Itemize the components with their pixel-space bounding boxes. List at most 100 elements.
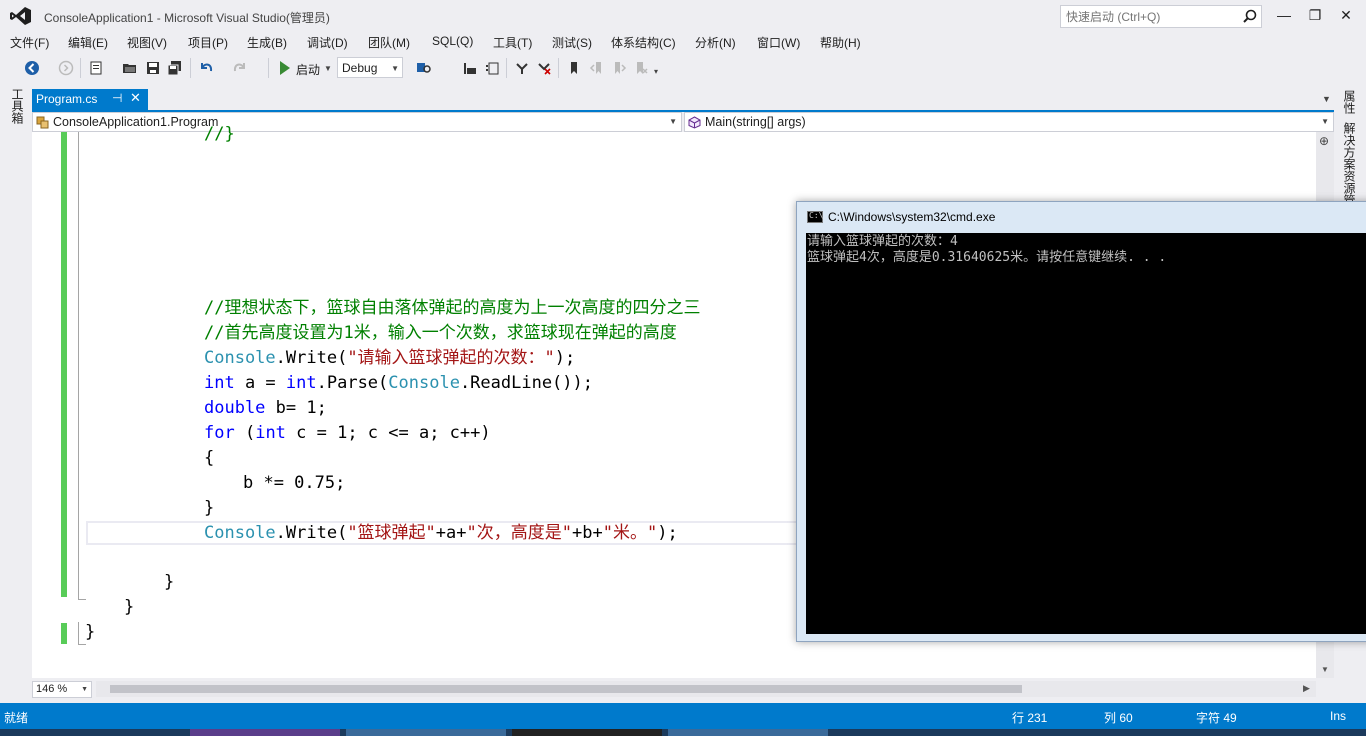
code-token: .ReadLine()); [459, 373, 593, 393]
code-token: Console [388, 373, 460, 393]
taskbar-item[interactable] [346, 729, 506, 736]
type-dropdown[interactable]: ConsoleApplication1.Program ▼ [32, 112, 682, 132]
toolbox-tab[interactable]: 工具箱 [6, 88, 26, 148]
properties-tab[interactable]: 属性 [1341, 90, 1358, 114]
class-icon [36, 116, 49, 129]
navigate-back-icon[interactable] [24, 60, 40, 76]
tab-label: Program.cs [36, 92, 98, 106]
menu-tools[interactable]: 工具(T) [493, 34, 532, 51]
horizontal-scroll-thumb[interactable] [110, 685, 1022, 693]
navigate-forward-icon[interactable] [58, 60, 74, 76]
chevron-down-icon: ▼ [391, 64, 399, 73]
taskbar-item-visual-studio[interactable] [190, 729, 340, 736]
code-token: for [204, 423, 235, 443]
menu-help[interactable]: 帮助(H) [820, 34, 861, 51]
maximize-button[interactable]: ❐ [1305, 6, 1325, 24]
bookmark-icon[interactable] [566, 60, 582, 76]
cmd-window[interactable]: C:\ C:\Windows\system32\cmd.exe 请输入篮球弹起的… [796, 201, 1366, 642]
redo-icon[interactable] [232, 60, 248, 76]
code-token: ); [554, 348, 576, 368]
save-icon[interactable] [145, 60, 161, 76]
undo-icon[interactable] [198, 60, 214, 76]
start-label: 启动 [296, 63, 321, 77]
console-output-line: 请输入篮球弹起的次数：4 [807, 234, 958, 249]
code-line: //} [204, 124, 235, 144]
cmd-console[interactable]: 请输入篮球弹起的次数：4 篮球弹起4次，高度是0.31640625米。请按任意键… [806, 233, 1366, 634]
close-button[interactable]: ✕ [1336, 6, 1356, 24]
menu-debug[interactable]: 调试(D) [307, 34, 348, 51]
code-token: "次，高度是" [466, 523, 572, 543]
code-line: { [204, 448, 215, 468]
menu-window[interactable]: 窗口(W) [757, 34, 800, 51]
chevron-down-icon: ▼ [1321, 117, 1329, 126]
layout-icon[interactable] [484, 60, 500, 76]
code-token: int [285, 373, 317, 393]
code-token: double [204, 398, 266, 418]
close-tab-icon[interactable]: ✕ [130, 90, 141, 106]
uncomment-icon[interactable] [536, 60, 552, 76]
minimize-button[interactable]: — [1274, 6, 1294, 24]
code-token: c = 1; c <= a; c++) [285, 423, 491, 443]
zoom-value: 146 % [36, 683, 68, 695]
horizontal-scrollbar[interactable]: ▶ [96, 681, 1316, 697]
comment-icon[interactable] [514, 60, 530, 76]
quick-launch-box[interactable] [1060, 5, 1262, 28]
menu-sql[interactable]: SQL(Q) [432, 34, 473, 48]
scroll-down-icon[interactable]: ▼ [1321, 665, 1329, 674]
taskbar-item-cmd[interactable] [512, 729, 662, 736]
tab-list-dropdown-icon[interactable]: ▼ [1322, 94, 1331, 104]
menu-file[interactable]: 文件(F) [10, 34, 49, 51]
new-project-icon[interactable] [88, 60, 104, 76]
code-line: double b= 1; [204, 396, 327, 421]
tab-program-cs[interactable]: Program.cs ⊣ ✕ [32, 89, 148, 110]
cmd-title-bar[interactable]: C:\ C:\Windows\system32\cmd.exe [797, 202, 1366, 232]
code-token: "请输入篮球弹起的次数：" [347, 348, 555, 368]
toolbar-separator [558, 58, 559, 78]
code-token: +a+ [435, 523, 467, 543]
menu-edit[interactable]: 编辑(E) [68, 34, 108, 51]
open-file-icon[interactable] [122, 60, 138, 76]
next-bookmark-icon[interactable] [611, 60, 627, 76]
solution-configuration-select[interactable]: Debug ▼ [337, 57, 403, 78]
menu-bar: 文件(F) 编辑(E) 视图(V) 项目(P) 生成(B) 调试(D) 团队(M… [0, 32, 1366, 52]
code-line: Console.Write("篮球弹起"+a+"次，高度是"+b+"米。"); [204, 521, 678, 546]
menu-architecture[interactable]: 体系结构(C) [611, 34, 676, 51]
configuration-value: Debug [342, 61, 378, 75]
member-label: Main(string[] args) [705, 115, 806, 129]
quick-launch-input[interactable] [1061, 6, 1231, 27]
previous-bookmark-icon[interactable] [589, 60, 605, 76]
menu-project[interactable]: 项目(P) [188, 34, 228, 51]
menu-test[interactable]: 测试(S) [552, 34, 592, 51]
code-line-comment: //理想状态下，篮球自由落体弹起的高度为上一次高度的四分之三 [204, 298, 701, 318]
window-title: ConsoleApplication1 - Microsoft Visual S… [44, 11, 330, 25]
save-all-icon[interactable] [167, 60, 183, 76]
status-bar: 就绪 行 231 列 60 字符 49 Ins [0, 703, 1366, 729]
play-icon [280, 61, 290, 75]
code-line: } [204, 498, 215, 518]
chevron-down-icon: ▼ [81, 686, 88, 693]
menu-build[interactable]: 生成(B) [247, 34, 287, 51]
code-token: .Write( [275, 348, 348, 368]
toolbar-overflow-icon[interactable]: ▾ [654, 67, 658, 76]
outline-fold-end [78, 599, 86, 600]
align-icon[interactable] [462, 60, 478, 76]
clear-bookmarks-icon[interactable] [633, 60, 649, 76]
find-in-files-icon[interactable] [416, 60, 432, 76]
code-token: int [255, 423, 286, 443]
cmd-title: C:\Windows\system32\cmd.exe [828, 210, 996, 224]
menu-team[interactable]: 团队(M) [368, 34, 410, 51]
code-line: Console.Write("请输入篮球弹起的次数："); [204, 346, 575, 371]
scroll-right-icon[interactable]: ▶ [1303, 683, 1310, 694]
menu-analyze[interactable]: 分析(N) [695, 34, 736, 51]
pin-icon[interactable]: ⊣ [112, 91, 122, 105]
code-line: for (int c = 1; c <= a; c++) [204, 421, 491, 446]
taskbar-item[interactable] [668, 729, 828, 736]
standard-toolbar: 启动 ▼ ▾ [0, 54, 1366, 82]
split-window-icon[interactable]: ⊕ [1319, 134, 1329, 148]
start-dropdown-icon[interactable]: ▼ [324, 64, 332, 73]
member-dropdown[interactable]: Main(string[] args) ▼ [684, 112, 1334, 132]
search-icon[interactable] [1243, 9, 1257, 23]
status-ready: 就绪 [4, 711, 29, 725]
menu-view[interactable]: 视图(V) [127, 34, 167, 51]
zoom-level-select[interactable]: 146 % ▼ [32, 681, 92, 698]
